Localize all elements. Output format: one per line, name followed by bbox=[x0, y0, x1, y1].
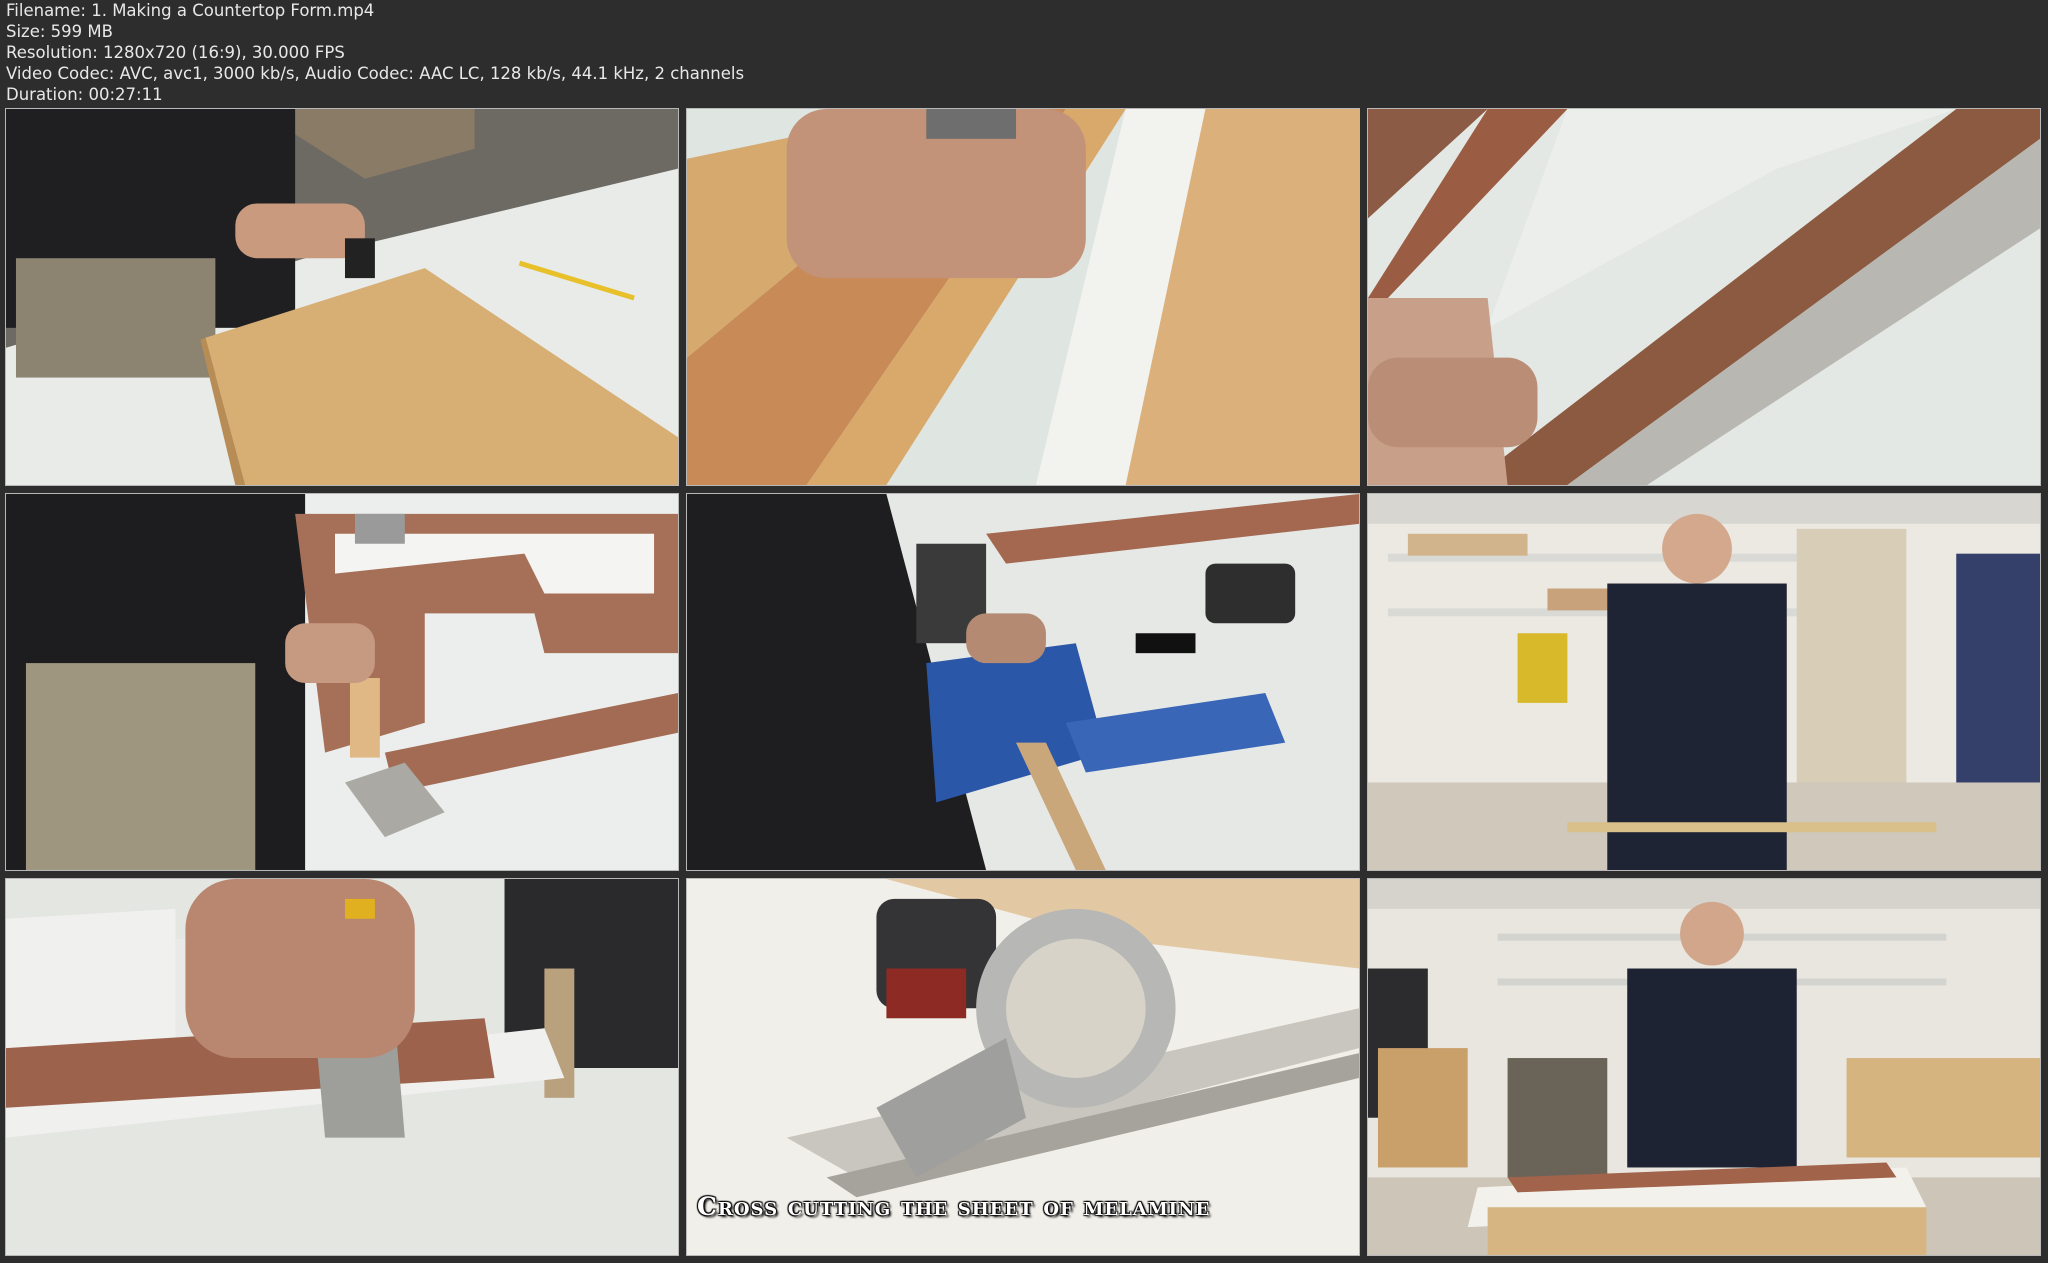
thumbnail-grid: Cross cutting the sheet of melamine bbox=[5, 108, 2043, 1259]
frame-image bbox=[687, 109, 1359, 485]
frame-image bbox=[6, 109, 678, 485]
resolution-line: Resolution: 1280x720 (16:9), 30.000 FPS bbox=[6, 43, 345, 62]
thumbnail-6[interactable] bbox=[1367, 493, 2041, 871]
frame-image bbox=[1368, 494, 2040, 870]
thumbnail-5[interactable] bbox=[686, 493, 1360, 871]
thumbnail-8[interactable]: Cross cutting the sheet of melamine bbox=[686, 878, 1360, 1256]
thumbnail-4[interactable] bbox=[5, 493, 679, 871]
thumbnail-9[interactable] bbox=[1367, 878, 2041, 1256]
frame-image bbox=[1368, 109, 2040, 485]
codec-line: Video Codec: AVC, avc1, 3000 kb/s, Audio… bbox=[6, 64, 745, 83]
video-caption: Cross cutting the sheet of melamine bbox=[697, 1192, 1211, 1221]
file-info: Filename: 1. Making a Countertop Form.mp… bbox=[6, 0, 744, 105]
thumbnail-1[interactable] bbox=[5, 108, 679, 486]
duration-line: Duration: 00:27:11 bbox=[6, 85, 163, 104]
size-line: Size: 599 MB bbox=[6, 22, 113, 41]
frame-image bbox=[6, 494, 678, 870]
frame-image bbox=[1368, 879, 2040, 1255]
frame-image bbox=[687, 494, 1359, 870]
thumbnail-7[interactable] bbox=[5, 878, 679, 1256]
video-contact-sheet: Filename: 1. Making a Countertop Form.mp… bbox=[0, 0, 2048, 1263]
frame-image bbox=[6, 879, 678, 1255]
thumbnail-3[interactable] bbox=[1367, 108, 2041, 486]
thumbnail-2[interactable] bbox=[686, 108, 1360, 486]
filename-line: Filename: 1. Making a Countertop Form.mp… bbox=[6, 1, 375, 20]
